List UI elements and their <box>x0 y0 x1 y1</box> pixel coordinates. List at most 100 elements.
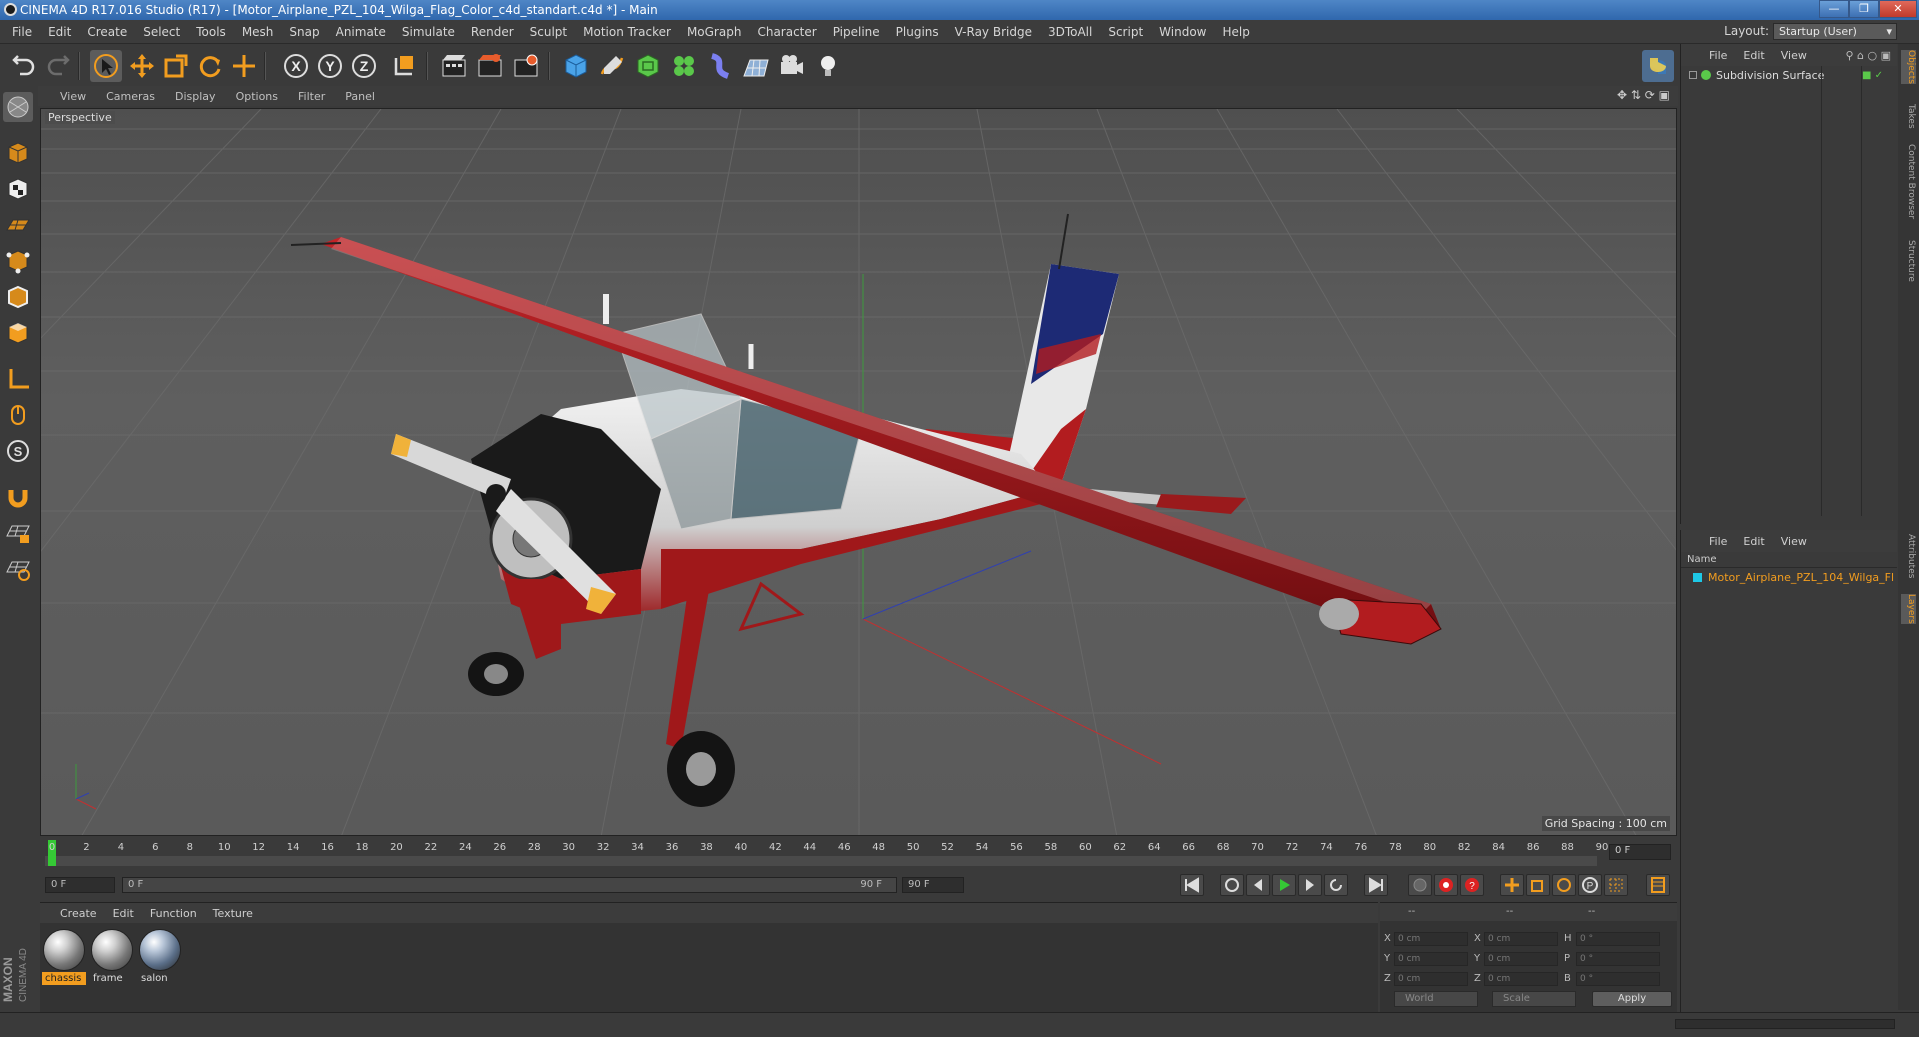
menu-tools[interactable]: Tools <box>188 25 234 39</box>
menu-create[interactable]: Create <box>79 25 135 39</box>
goto-start-icon[interactable] <box>1180 874 1204 896</box>
key-parameter-icon[interactable]: P <box>1578 874 1602 896</box>
viewport-menu-cameras[interactable]: Cameras <box>96 90 165 103</box>
size-x-field[interactable]: 0 cm <box>1484 932 1558 946</box>
menu-animate[interactable]: Animate <box>328 25 394 39</box>
viewport-camera-label[interactable]: Perspective <box>45 111 115 124</box>
x-axis-icon[interactable]: X <box>280 50 312 82</box>
timeline[interactable]: 0 2 4 6 8 10 12 14 16 18 20 22 24 26 28 30 32 34 36 38 40 42 4… <box>40 838 1677 868</box>
viewport-menu-panel[interactable]: Panel <box>335 90 385 103</box>
rotate-icon[interactable] <box>194 50 226 82</box>
record-keys-icon[interactable] <box>1434 874 1458 896</box>
expand-icon[interactable] <box>1689 71 1697 79</box>
tab-takes[interactable]: Takes <box>1901 104 1916 129</box>
menu-mesh[interactable]: Mesh <box>234 25 282 39</box>
z-axis-icon[interactable]: Z <box>348 50 380 82</box>
apply-button[interactable]: Apply <box>1592 991 1672 1007</box>
next-frame-icon[interactable] <box>1298 874 1322 896</box>
snap-icon[interactable]: S <box>3 436 33 466</box>
checker-mode-icon[interactable] <box>3 174 33 204</box>
layer-menu-edit[interactable]: Edit <box>1735 535 1772 548</box>
points-mode-icon[interactable] <box>3 246 33 276</box>
world-coord-icon[interactable] <box>388 50 420 82</box>
object-menu-file[interactable]: File <box>1701 49 1735 62</box>
material-menu-function[interactable]: Function <box>142 907 205 920</box>
texture-mode-icon[interactable] <box>3 138 33 168</box>
prev-key-icon[interactable] <box>1220 874 1244 896</box>
keyframe-selection-icon[interactable] <box>1408 874 1432 896</box>
menu-window[interactable]: Window <box>1151 25 1214 39</box>
layer-menu-view[interactable]: View <box>1773 535 1815 548</box>
object-visibility-icons[interactable]: ■ ✓ <box>1862 70 1883 81</box>
menu-render[interactable]: Render <box>463 25 522 39</box>
object-row[interactable]: Subdivision Surface ■ ✓ <box>1681 66 1897 84</box>
light-icon[interactable] <box>812 50 844 82</box>
menu-script[interactable]: Script <box>1100 25 1151 39</box>
transform-icon[interactable] <box>228 50 260 82</box>
menu-pipeline[interactable]: Pipeline <box>825 25 888 39</box>
menu-3dtoall[interactable]: 3DToAll <box>1040 25 1100 39</box>
material-item[interactable]: salon <box>138 929 182 987</box>
frame-range-slider[interactable]: 0 F 90 F <box>122 877 897 893</box>
minimize-button[interactable]: — <box>1819 0 1849 18</box>
object-search-icons[interactable]: ⚲ ⌂ ○ ▣ <box>1845 49 1897 62</box>
autokey-icon[interactable]: ? <box>1460 874 1484 896</box>
menu-file[interactable]: File <box>4 25 40 39</box>
size-y-field[interactable]: 0 cm <box>1484 952 1558 966</box>
menu-snap[interactable]: Snap <box>281 25 327 39</box>
move-icon[interactable] <box>126 50 158 82</box>
loop-icon[interactable] <box>1324 874 1348 896</box>
deformer-icon[interactable] <box>704 50 736 82</box>
scale-icon[interactable] <box>160 50 192 82</box>
magnet-icon[interactable] <box>3 482 33 512</box>
tab-objects[interactable]: Objects <box>1901 50 1916 85</box>
viewport-menu-options[interactable]: Options <box>226 90 288 103</box>
current-frame-field[interactable]: 0 F <box>1609 844 1671 860</box>
render-view-icon[interactable] <box>438 50 470 82</box>
camera-icon[interactable] <box>776 50 808 82</box>
rot-b-field[interactable]: 0 ° <box>1576 972 1660 986</box>
material-menu-edit[interactable]: Edit <box>105 907 142 920</box>
viewport-menu-view[interactable]: View <box>38 90 96 103</box>
tab-layers[interactable]: Layers <box>1901 594 1916 624</box>
coord-system-select[interactable]: World <box>1394 991 1478 1007</box>
layer-row[interactable]: Motor_Airplane_PZL_104_Wilga_Fl <box>1681 568 1897 586</box>
prev-frame-icon[interactable] <box>1246 874 1270 896</box>
render-settings-icon[interactable] <box>510 50 542 82</box>
layout-select[interactable]: Startup (User) ▾ <box>1773 23 1897 40</box>
rot-h-field[interactable]: 0 ° <box>1576 932 1660 946</box>
floor-icon[interactable] <box>740 50 772 82</box>
size-mode-select[interactable]: Scale <box>1492 991 1576 1007</box>
tweak-icon[interactable] <box>3 400 33 430</box>
y-axis-icon[interactable]: Y <box>314 50 346 82</box>
menu-vray-bridge[interactable]: V-Ray Bridge <box>947 25 1040 39</box>
axis-icon[interactable] <box>3 364 33 394</box>
python-icon[interactable] <box>1642 50 1674 82</box>
menu-motion-tracker[interactable]: Motion Tracker <box>575 25 679 39</box>
menu-mograph[interactable]: MoGraph <box>679 25 750 39</box>
material-item[interactable]: frame <box>90 929 134 987</box>
material-menu-create[interactable]: Create <box>52 907 105 920</box>
close-button[interactable]: ✕ <box>1879 0 1917 18</box>
render-picture-queue-icon[interactable] <box>474 50 506 82</box>
viewport-menu-display[interactable]: Display <box>165 90 226 103</box>
grid-snap-icon[interactable] <box>3 554 33 584</box>
status-scrollbar[interactable] <box>1675 1019 1895 1029</box>
menu-help[interactable]: Help <box>1214 25 1257 39</box>
3d-viewport[interactable]: Perspective Grid Spacing : 100 cm <box>40 108 1677 836</box>
key-scale-icon[interactable] <box>1526 874 1550 896</box>
pen-spline-icon[interactable] <box>596 50 628 82</box>
object-menu-view[interactable]: View <box>1773 49 1815 62</box>
subdivision-icon[interactable] <box>632 50 664 82</box>
tab-attributes[interactable]: Attributes <box>1901 534 1916 578</box>
edges-mode-icon[interactable] <box>3 282 33 312</box>
pos-z-field[interactable]: 0 cm <box>1394 972 1468 986</box>
pos-y-field[interactable]: 0 cm <box>1394 952 1468 966</box>
material-item[interactable]: chassis <box>42 929 86 987</box>
polygons-mode-icon[interactable] <box>3 318 33 348</box>
workplane-icon[interactable] <box>3 210 33 240</box>
maximize-button[interactable]: ❐ <box>1849 0 1879 18</box>
viewport-nav-icons[interactable]: ✥ ⇅ ⟳ ▣ <box>1617 88 1670 102</box>
play-icon[interactable] <box>1272 874 1296 896</box>
tab-content-browser[interactable]: Content Browser <box>1901 144 1916 219</box>
